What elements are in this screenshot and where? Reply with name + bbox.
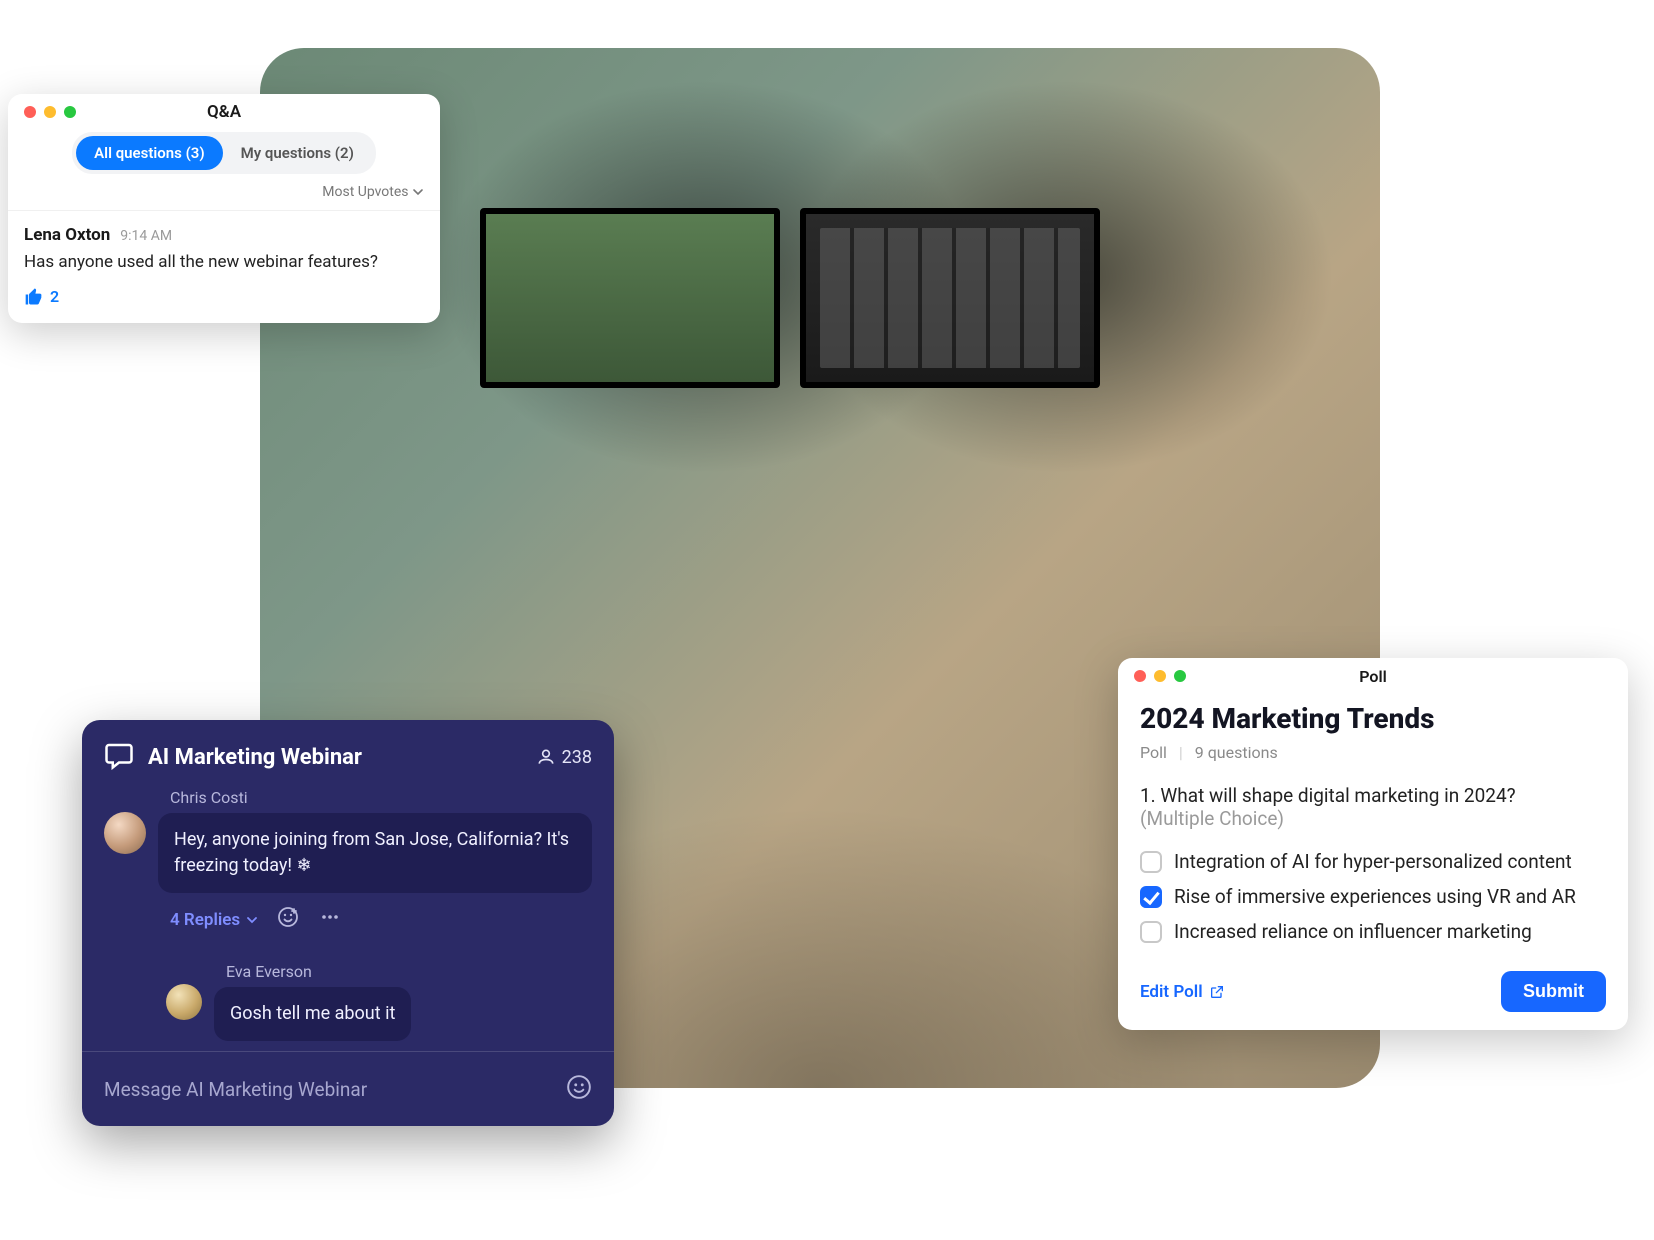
qa-question: Lena Oxton 9:14 AM Has anyone used all t… xyxy=(8,210,440,323)
poll-panel: Poll 2024 Marketing Trends Poll | 9 ques… xyxy=(1118,658,1628,1030)
chat-input-row: Message AI Marketing Webinar xyxy=(82,1051,614,1126)
checkbox-icon xyxy=(1140,921,1162,943)
poll-option[interactable]: Rise of immersive experiences using VR a… xyxy=(1140,879,1606,914)
person-icon xyxy=(536,747,556,767)
thumbs-up-icon xyxy=(24,287,44,307)
chevron-down-icon xyxy=(246,914,258,926)
like-count: 2 xyxy=(50,287,59,306)
chat-title: AI Marketing Webinar xyxy=(148,745,536,770)
react-button[interactable] xyxy=(276,905,300,934)
qa-title: Q&A xyxy=(8,102,440,122)
replies-toggle[interactable]: 4 Replies xyxy=(170,910,258,930)
wall-screen-speaker xyxy=(480,208,780,388)
emoji-add-icon xyxy=(276,905,300,929)
poll-window-title: Poll xyxy=(1118,667,1628,686)
emoji-button[interactable] xyxy=(566,1074,592,1104)
wall-screen-gallery xyxy=(800,208,1100,388)
checkbox-checked-icon xyxy=(1140,886,1162,908)
avatar xyxy=(166,984,202,1020)
poll-option[interactable]: Integration of AI for hyper-personalized… xyxy=(1140,844,1606,879)
message-author: Eva Everson xyxy=(226,962,592,981)
chat-icon xyxy=(104,740,134,774)
message-author: Chris Costi xyxy=(170,788,592,807)
more-button[interactable] xyxy=(318,905,342,934)
reply-thread: Eva Everson Gosh tell me about it xyxy=(152,962,592,1041)
more-icon xyxy=(318,905,342,929)
tab-my-questions[interactable]: My questions (2) xyxy=(223,136,372,170)
poll-option-label: Integration of AI for hyper-personalized… xyxy=(1174,850,1572,873)
chat-input[interactable]: Message AI Marketing Webinar xyxy=(104,1078,566,1101)
checkbox-icon xyxy=(1140,851,1162,873)
question-time: 9:14 AM xyxy=(120,228,172,244)
participant-count: 238 xyxy=(536,747,592,768)
like-button[interactable]: 2 xyxy=(24,287,424,307)
poll-subtitle: Poll | 9 questions xyxy=(1140,743,1606,762)
poll-option[interactable]: Increased reliance on influencer marketi… xyxy=(1140,914,1606,949)
poll-header: Poll xyxy=(1118,658,1628,688)
chevron-down-icon xyxy=(412,186,424,198)
submit-button[interactable]: Submit xyxy=(1501,971,1606,1012)
tab-all-questions[interactable]: All questions (3) xyxy=(76,136,222,170)
message-text: Gosh tell me about it xyxy=(214,987,411,1041)
sort-dropdown[interactable]: Most Upvotes xyxy=(8,178,440,210)
poll-option-label: Increased reliance on influencer marketi… xyxy=(1174,920,1532,943)
chat-panel: AI Marketing Webinar 238 Chris Costi Hey… xyxy=(82,720,614,1126)
qa-header: Q&A xyxy=(8,94,440,124)
qa-tabs: All questions (3) My questions (2) xyxy=(72,132,376,174)
poll-options: Integration of AI for hyper-personalized… xyxy=(1140,844,1606,949)
poll-question: 1. What will shape digital marketing in … xyxy=(1140,784,1606,830)
poll-title: 2024 Marketing Trends xyxy=(1140,702,1606,735)
question-text: Has anyone used all the new webinar feat… xyxy=(24,251,424,275)
emoji-icon xyxy=(566,1074,592,1100)
poll-option-label: Rise of immersive experiences using VR a… xyxy=(1174,885,1576,908)
chat-message: Eva Everson Gosh tell me about it xyxy=(166,962,592,1041)
chat-message: Chris Costi Hey, anyone joining from San… xyxy=(104,788,592,952)
chat-header: AI Marketing Webinar 238 xyxy=(82,720,614,788)
question-author: Lena Oxton xyxy=(24,225,110,245)
sort-label: Most Upvotes xyxy=(322,184,408,200)
message-text: Hey, anyone joining from San Jose, Calif… xyxy=(158,813,592,893)
avatar xyxy=(104,812,146,854)
qa-panel: Q&A All questions (3) My questions (2) M… xyxy=(8,94,440,323)
external-link-icon xyxy=(1209,984,1225,1000)
edit-poll-link[interactable]: Edit Poll xyxy=(1140,982,1225,1002)
